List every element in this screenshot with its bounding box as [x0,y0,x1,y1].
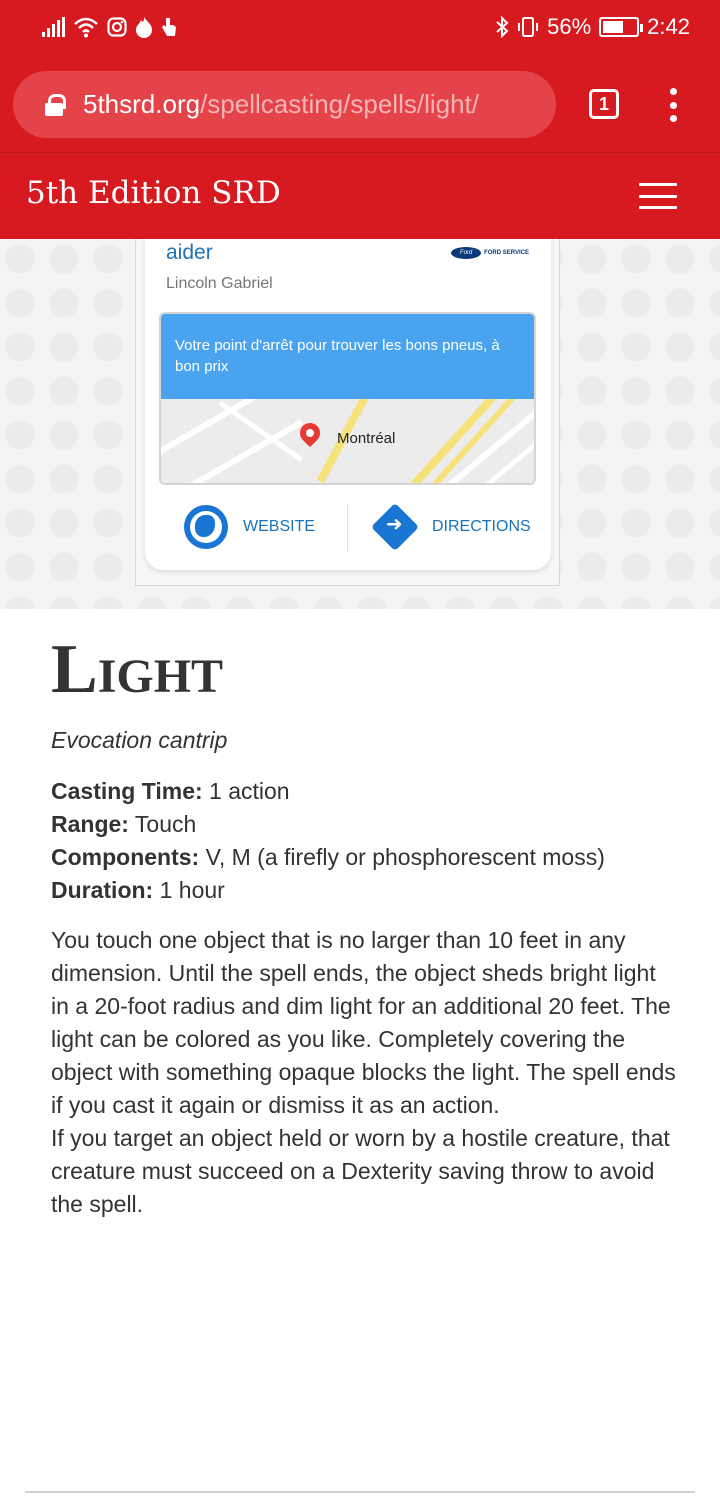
tab-switcher-button[interactable]: 1 [589,89,619,119]
url-path: /spellcasting/spells/light/ [200,89,479,119]
battery-icon [599,17,644,37]
spell-properties: Casting Time: 1 action Range: Touch Comp… [51,775,605,907]
range-row: Range: Touch [51,808,605,841]
hamburger-menu-icon[interactable] [639,183,677,209]
status-icons-right: 56% 2:42 [495,14,690,40]
ford-logo-icon: Ford [451,247,482,259]
spell-title-initial: L [51,631,98,708]
ad-region: aider Ford FORD SERVICE Lincoln Gabriel … [0,239,720,609]
ad-card[interactable]: aider Ford FORD SERVICE Lincoln Gabriel … [145,239,551,570]
range-value: Touch [128,811,197,837]
more-options-icon[interactable] [668,88,678,122]
range-label: Range: [51,811,129,837]
ad-map-box[interactable]: Votre point d'arrêt pour trouver les bon… [159,312,536,485]
fire-icon [136,17,152,38]
browser-toolbar: 5thsrd.org/spellcasting/spells/light/ 1 [0,58,720,152]
spell-title-rest: ight [97,650,224,703]
ad-business-name[interactable]: aider [166,241,213,265]
wifi-icon [74,17,98,38]
ad-tagline: Votre point d'arrêt pour trouver les bon… [161,314,534,399]
components-label: Components: [51,844,200,870]
site-header: 5th Edition SRD [0,152,720,239]
hand-icon [162,18,176,36]
components-row: Components: V, M (a firefly or phosphore… [51,841,605,874]
status-icons-left [42,16,177,38]
casting-time-value: 1 action [202,778,290,804]
duration-value: 1 hour [153,877,225,903]
components-value: V, M (a firefly or phosphorescent moss) [199,844,605,870]
address-bar[interactable]: 5thsrd.org/spellcasting/spells/light/ [13,71,556,138]
duration-label: Duration: [51,877,154,903]
directions-button[interactable]: DIRECTIONS [370,502,531,552]
signal-icon [42,17,65,37]
ad-person-name: Lincoln Gabriel [166,275,273,292]
ad-actions-divider [347,503,348,551]
site-title[interactable]: 5th Edition SRD [26,175,281,211]
directions-icon [370,502,420,552]
spell-description: You touch one object that is no larger t… [51,924,676,1221]
bluetooth-icon [496,16,509,38]
website-button[interactable]: WEBSITE [184,503,315,551]
spell-school: Evocation cantrip [51,727,228,753]
battery-percent: 56% [547,14,592,39]
url-domain: 5thsrd.org [83,89,201,119]
map-label: Montréal [337,430,396,447]
spell-title: Light [51,630,223,710]
website-label: WEBSITE [243,518,316,535]
ad-actions: WEBSITE DIRECTIONS [145,502,551,553]
lock-icon [45,93,66,116]
status-bar: 56% 2:42 [0,0,720,58]
instagram-icon [107,17,127,37]
casting-time-row: Casting Time: 1 action [51,775,605,808]
globe-icon [184,505,228,549]
vibrate-icon [518,17,539,37]
directions-label: DIRECTIONS [432,518,531,535]
ad-map[interactable]: Montréal [161,399,534,483]
ad-brand-logo: Ford FORD SERVICE [451,247,529,259]
duration-row: Duration: 1 hour [51,874,605,907]
spell-description-paragraph: If you target an object held or worn by … [51,1125,670,1217]
spell-description-paragraph: You touch one object that is no larger t… [51,927,676,1118]
ad-brand-text: FORD SERVICE [484,250,529,256]
casting-time-label: Casting Time: [51,778,203,804]
clock: 2:42 [647,14,690,39]
footer-divider [25,1491,695,1493]
